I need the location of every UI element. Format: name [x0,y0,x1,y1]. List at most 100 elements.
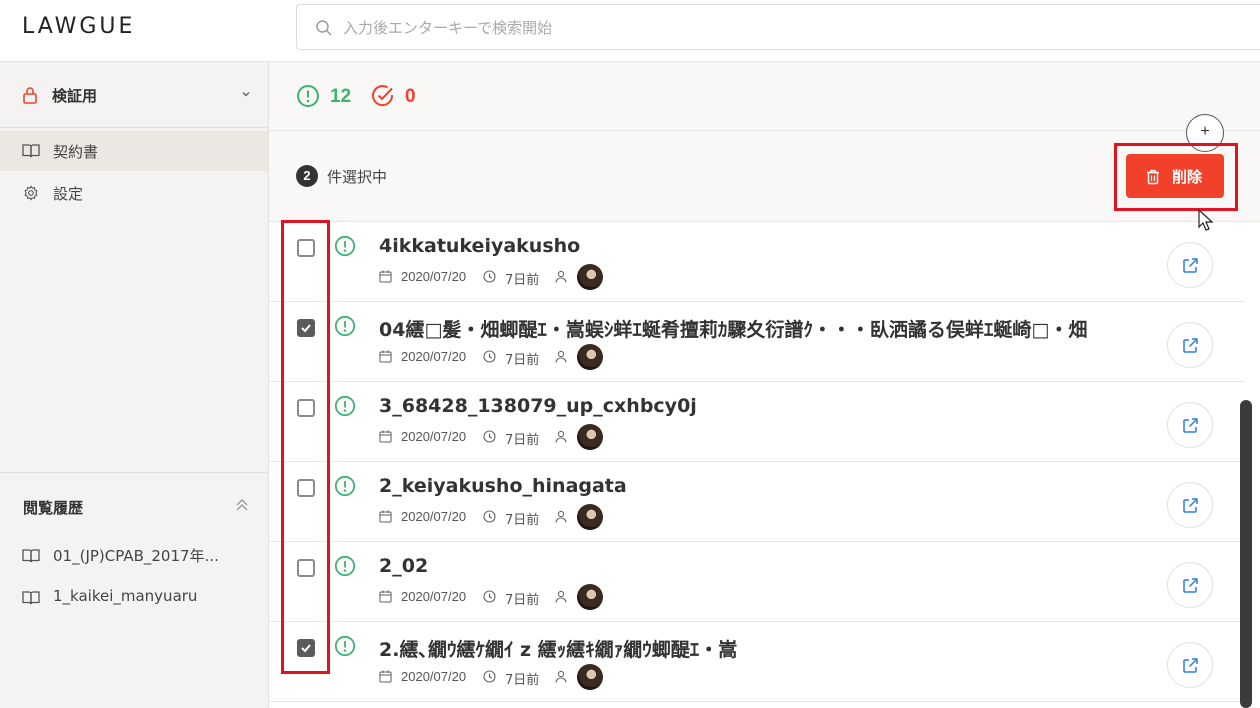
calendar-icon [379,670,392,683]
alert-circle-icon [297,85,319,107]
avatar[interactable] [577,584,603,610]
external-link-icon [1183,658,1198,673]
open-external-button[interactable] [1167,642,1213,688]
history-item[interactable]: 01_(JP)CPAB_2017年... [0,541,268,571]
row-checkbox[interactable] [297,399,315,417]
history-item-label: 01_(JP)CPAB_2017年... [53,547,219,565]
document-relative-time: 7日前 [505,593,540,608]
sidebar: 検証用 契約書 設定 閲覧履歴 01_(JP)CPAB_2017年... 1_k… [0,62,269,708]
open-count: 12 [330,86,352,107]
avatar[interactable] [577,664,603,690]
document-meta: 2020/07/20 7日前 [379,584,779,610]
document-title[interactable]: 2_keiyakusho_hinagata [379,475,627,497]
user-icon [555,670,567,683]
chevron-down-icon[interactable] [240,88,252,100]
document-row[interactable]: 2.繧､繝ｳ繧ｹ繝ｲ z 繧ｯ繧ｷ繝ｧ繝ｳ蝍醍ｴ・嵩 2020/07/20 7日前 [269,622,1244,702]
document-relative-time: 7日前 [505,433,540,448]
add-button[interactable]: + [1186,114,1224,152]
clock-icon [483,590,496,603]
document-list: 4ikkatukeiyakusho 2020/07/20 7日前 04繧□髪・畑蝍醍ｴ… [269,222,1260,708]
clock-icon [483,670,496,683]
calendar-icon [379,430,392,443]
calendar-icon [379,510,392,523]
document-date: 2020/07/20 [401,589,467,604]
external-link-icon [1183,258,1198,273]
row-checkbox[interactable] [297,479,315,497]
alert-circle-icon [334,235,356,257]
check-icon [301,324,311,333]
delete-button[interactable]: 削除 [1126,154,1224,198]
document-title[interactable]: 2_02 [379,555,428,577]
calendar-icon [379,270,392,283]
document-date: 2020/07/20 [401,429,467,444]
document-date: 2020/07/20 [401,669,467,684]
alert-circle-icon [334,555,356,577]
document-relative-time: 7日前 [505,513,540,528]
alert-circle-icon [334,475,356,497]
delete-label: 削除 [1172,168,1203,186]
document-row[interactable]: 2_02 2020/07/20 7日前 [269,542,1244,622]
document-meta: 2020/07/20 7日前 [379,264,779,290]
document-relative-time: 7日前 [505,673,540,688]
workspace-name: 検証用 [52,87,98,105]
external-link-icon [1183,498,1198,513]
history-item-label: 1_kaikei_manyuaru [53,587,198,605]
open-external-button[interactable] [1167,322,1213,368]
avatar[interactable] [577,504,603,530]
workspace-selector[interactable]: 検証用 [0,62,268,128]
check-circle-icon [372,85,394,107]
history-title: 閲覧履歴 [23,499,84,517]
avatar[interactable] [577,344,603,370]
avatar[interactable] [577,424,603,450]
top-header: LAWGUE [0,0,1260,62]
row-checkbox[interactable] [297,559,315,577]
document-row[interactable]: 4ikkatukeiyakusho 2020/07/20 7日前 [269,222,1244,302]
document-meta: 2020/07/20 7日前 [379,424,779,450]
clock-icon [483,430,496,443]
clock-icon [483,270,496,283]
lock-icon [23,87,37,104]
gear-icon [24,185,38,201]
selected-label: 件選択中 [327,168,388,186]
open-external-button[interactable] [1167,562,1213,608]
row-checkbox[interactable] [297,239,315,257]
search-box[interactable] [296,4,1260,50]
document-row[interactable]: 3_68428_138079_up_cxhbcy0j 2020/07/20 7日前 [269,382,1244,462]
document-row[interactable]: 2_keiyakusho_hinagata 2020/07/20 7日前 [269,462,1244,542]
check-icon [301,644,311,653]
document-relative-time: 7日前 [505,273,540,288]
scrollbar[interactable] [1240,400,1252,708]
mouse-cursor-icon [1198,209,1214,231]
book-icon [22,591,40,605]
search-input[interactable] [343,15,1043,41]
document-title[interactable]: 2.繧､繝ｳ繧ｹ繝ｲ z 繧ｯ繧ｷ繝ｧ繝ｳ蝍醍ｴ・嵩 [379,635,737,662]
external-link-icon [1183,338,1198,353]
user-icon [555,590,567,603]
chevron-double-up-icon[interactable] [234,497,250,513]
user-icon [555,350,567,363]
alert-circle-icon [334,315,356,337]
selection-bar: 2 件選択中 [269,131,1260,222]
open-external-button[interactable] [1167,482,1213,528]
document-row[interactable]: 04繧□髪・畑蝍醍ｴ・嵩蜈ｼ蛘ｴ蜒肴擅莉ｶ驟夊衍譜ｸ・・・臥洒譎る俣蛘ｴ蜒崎□・… [269,302,1244,382]
document-title[interactable]: 3_68428_138079_up_cxhbcy0j [379,395,697,417]
done-count: 0 [405,86,416,107]
sidebar-item-contracts[interactable]: 契約書 [0,131,268,171]
sidebar-item-settings[interactable]: 設定 [0,173,268,213]
document-title[interactable]: 04繧□髪・畑蝍醍ｴ・嵩蜈ｼ蛘ｴ蜒肴擅莉ｶ驟夊衍譜ｸ・・・臥洒譎る俣蛘ｴ蜒崎□・… [379,315,1087,342]
history-item[interactable]: 1_kaikei_manyuaru [0,583,268,613]
open-external-button[interactable] [1167,402,1213,448]
document-meta: 2020/07/20 7日前 [379,344,779,370]
row-checkbox[interactable] [297,639,315,657]
document-date: 2020/07/20 [401,509,467,524]
document-date: 2020/07/20 [401,349,467,364]
sidebar-item-label: 設定 [53,185,84,203]
open-external-button[interactable] [1167,242,1213,288]
document-meta: 2020/07/20 7日前 [379,504,779,530]
document-title[interactable]: 4ikkatukeiyakusho [379,235,580,257]
user-icon [555,510,567,523]
document-relative-time: 7日前 [505,353,540,368]
avatar[interactable] [577,264,603,290]
app-logo[interactable]: LAWGUE [22,14,135,39]
row-checkbox[interactable] [297,319,315,337]
